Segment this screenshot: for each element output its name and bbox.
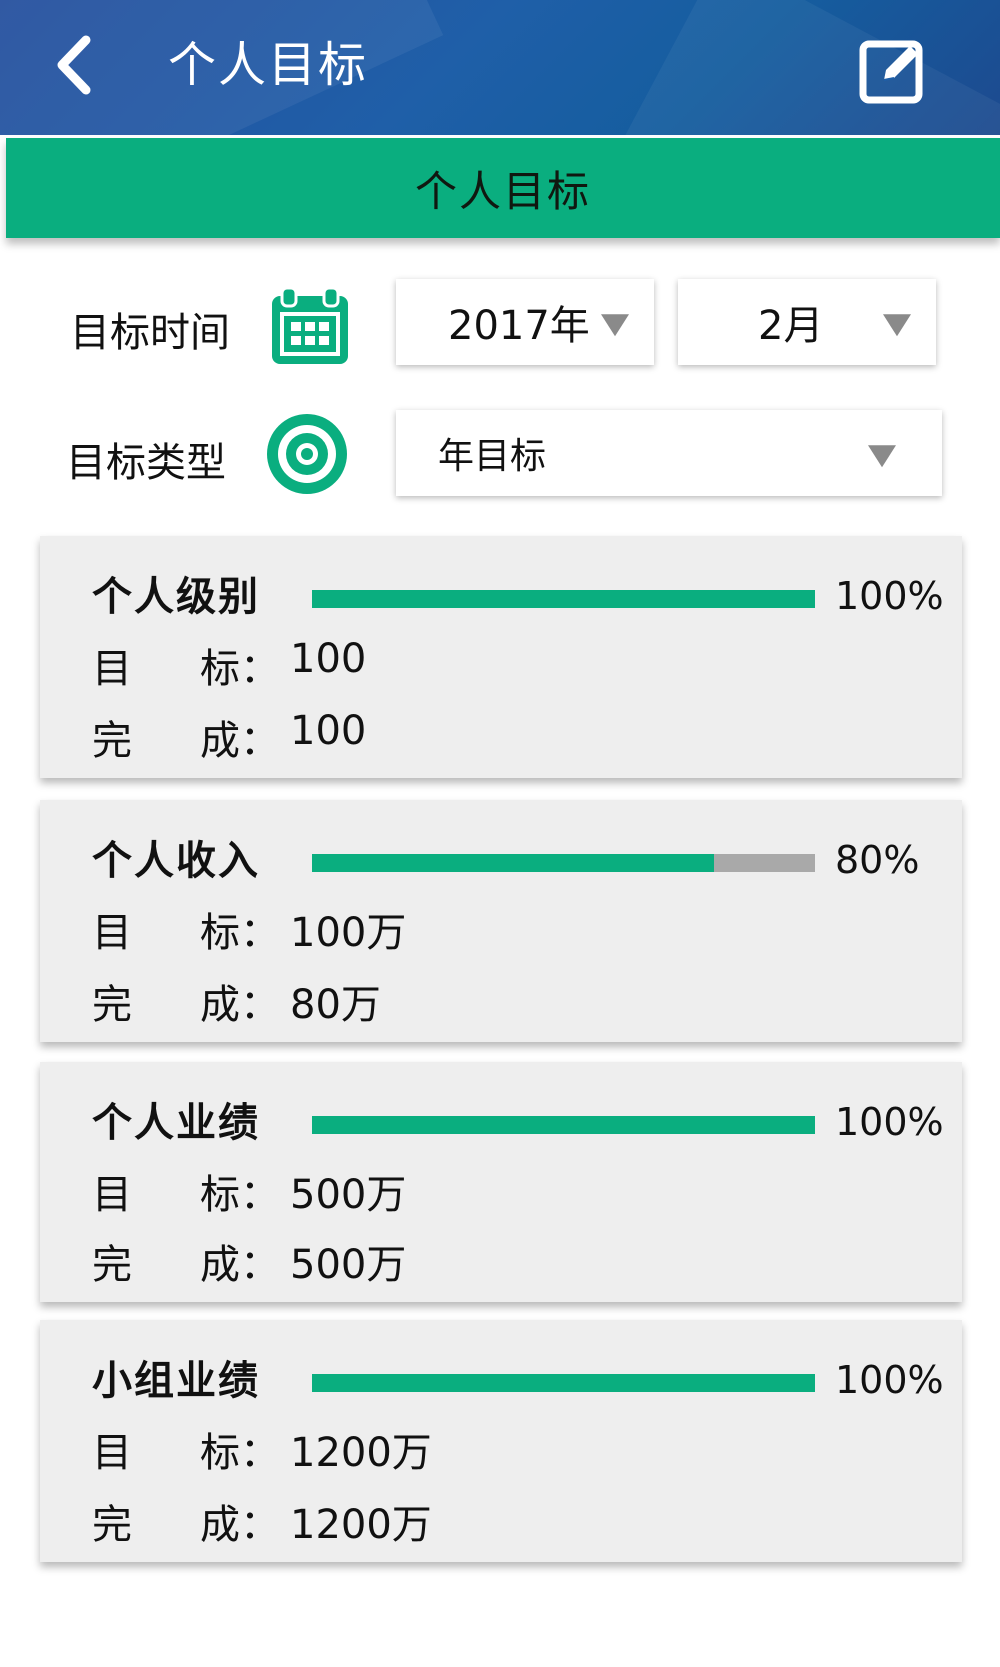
done-value: 500万 xyxy=(290,1242,407,1288)
progress-bar xyxy=(312,1374,815,1392)
target-label: 目 xyxy=(92,1430,132,1476)
progress-percent: 100% xyxy=(835,1100,944,1144)
calendar-icon xyxy=(270,286,350,370)
progress-bar-fill xyxy=(312,854,715,872)
target-value: 1200万 xyxy=(290,1430,432,1476)
done-label: 完 xyxy=(92,1242,132,1288)
progress-bar-fill xyxy=(312,1116,815,1134)
target-label-suffix: 标： xyxy=(200,646,280,692)
target-label: 目 xyxy=(92,1172,132,1218)
goal-card-title: 个人收入 xyxy=(92,838,260,884)
page-title: 个人目标 xyxy=(168,37,369,93)
progress-percent: 100% xyxy=(835,1358,944,1402)
goal-card-title: 小组业绩 xyxy=(92,1358,260,1404)
year-select-value: 2017年 xyxy=(448,303,590,349)
back-button[interactable] xyxy=(50,30,100,100)
chevron-down-icon xyxy=(868,445,896,468)
done-value: 1200万 xyxy=(290,1502,432,1548)
target-label-suffix: 标： xyxy=(200,910,280,956)
done-value: 100 xyxy=(290,708,367,754)
target-label: 目 xyxy=(92,910,132,956)
target-icon xyxy=(265,412,349,500)
target-value: 100 xyxy=(290,636,367,682)
chevron-down-icon xyxy=(601,314,629,337)
app-header: 个人目标 xyxy=(0,0,1000,135)
target-label-suffix: 标： xyxy=(200,1172,280,1218)
edit-icon xyxy=(859,40,923,104)
progress-bar-fill xyxy=(312,590,815,608)
done-label-suffix: 成： xyxy=(200,1502,280,1548)
progress-bar-fill xyxy=(312,1374,815,1392)
target-type-select[interactable]: 年目标 xyxy=(396,410,942,496)
chevron-down-icon xyxy=(883,314,911,337)
year-select[interactable]: 2017年 xyxy=(396,279,654,365)
done-label-suffix: 成： xyxy=(200,1242,280,1288)
progress-bar xyxy=(312,1116,815,1134)
target-label-suffix: 标： xyxy=(200,1430,280,1476)
month-select-value: 2月 xyxy=(758,303,824,349)
target-type-value: 年目标 xyxy=(438,436,547,477)
chevron-left-icon xyxy=(57,35,91,95)
done-label: 完 xyxy=(92,718,132,764)
target-type-label: 目标类型 xyxy=(66,440,226,486)
target-value: 500万 xyxy=(290,1172,407,1218)
edit-button[interactable] xyxy=(858,36,928,106)
goal-card[interactable]: 个人收入 80% 目 标： 100万 完 成： 80万 xyxy=(40,800,962,1042)
target-value: 100万 xyxy=(290,910,407,956)
done-label: 完 xyxy=(92,1502,132,1548)
goal-card[interactable]: 个人级别 100% 目 标： 100 完 成： 100 xyxy=(40,536,962,778)
done-value: 80万 xyxy=(290,982,381,1028)
target-time-label: 目标时间 xyxy=(70,310,230,356)
section-banner: 个人目标 xyxy=(6,138,1000,238)
goal-card-title: 个人级别 xyxy=(92,574,260,620)
target-label: 目 xyxy=(92,646,132,692)
done-label-suffix: 成： xyxy=(200,718,280,764)
progress-bar xyxy=(312,854,815,872)
done-label-suffix: 成： xyxy=(200,982,280,1028)
progress-bar xyxy=(312,590,815,608)
done-label: 完 xyxy=(92,982,132,1028)
goal-card[interactable]: 个人业绩 100% 目 标： 500万 完 成： 500万 xyxy=(40,1062,962,1302)
goal-card-title: 个人业绩 xyxy=(92,1100,260,1146)
progress-percent: 80% xyxy=(835,838,920,882)
banner-label: 个人目标 xyxy=(414,166,591,216)
progress-percent: 100% xyxy=(835,574,944,618)
month-select[interactable]: 2月 xyxy=(678,279,936,365)
goal-card[interactable]: 小组业绩 100% 目 标： 1200万 完 成： 1200万 xyxy=(40,1320,962,1562)
